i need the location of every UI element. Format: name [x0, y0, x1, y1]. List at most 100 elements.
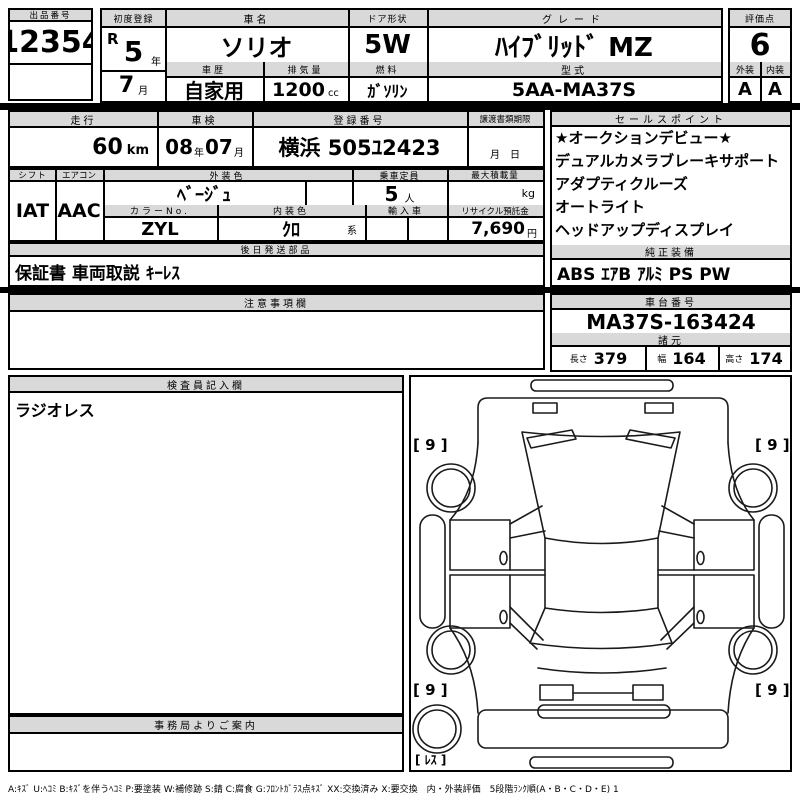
- capacity-value: 5: [384, 182, 399, 205]
- height-label: 高さ: [725, 355, 744, 365]
- divider-line: [217, 205, 219, 240]
- first-registration-year-cell: R 5 年: [102, 28, 165, 70]
- divider-line: [157, 112, 159, 166]
- color-no-header: カラーNo.: [103, 205, 217, 218]
- interior-color-header: 内装色: [217, 205, 365, 218]
- divider-line: [407, 218, 409, 240]
- door-shape-header: ドア形状: [348, 10, 427, 28]
- sales-points-header: セールスポイント: [552, 112, 790, 127]
- interior-color-suffix: 系: [347, 225, 357, 237]
- divider-line: [165, 10, 167, 101]
- exterior-grade-header: 外装: [730, 62, 760, 78]
- car-diagram-box: [ 9 ] [ 9 ] [ 9 ] [ 9 ] [ ﾚｽ ]: [409, 375, 792, 772]
- displacement-header: 排気量: [263, 62, 348, 78]
- model-code-header: 型式: [427, 62, 721, 78]
- car-name-header: 車名: [165, 10, 348, 28]
- damage-marker-rear-left: [ 9 ]: [413, 681, 448, 699]
- model-code-value: 5AA-MA37S: [511, 78, 637, 101]
- fuel-header: 燃料: [348, 62, 427, 78]
- color-detail-box: シフト エアコン 外装色 乗車定員 最大積載量 IAT AAC ﾍﾞｰｼﾞｭ 5…: [8, 168, 545, 242]
- car-name-value: ソリオ: [220, 33, 293, 62]
- inspection-month: 07: [205, 135, 233, 159]
- divider-line: [427, 10, 429, 101]
- notes-box: 注意事項欄: [8, 293, 545, 370]
- import-header: 輸入車: [365, 205, 447, 218]
- lot-number-box: 出品番号 12354: [8, 8, 93, 101]
- inspection-header: 車検: [157, 112, 252, 128]
- interior-color-cell: ｸﾛ 系: [217, 218, 365, 240]
- mileage-unit: km: [126, 142, 149, 158]
- car-history-value: 自家用: [184, 79, 244, 101]
- divider-line: [645, 347, 647, 370]
- first-registration-year: 5: [123, 34, 144, 68]
- registration-number-value: 横浜 505ﾕ2423: [278, 136, 441, 160]
- chassis-box: 車台番号 MA37S-163424 諸元 長さ 379 幅 164 高さ 174: [550, 293, 792, 372]
- divider-line: [55, 170, 57, 240]
- divider-line: [263, 62, 265, 101]
- divider-line: [760, 62, 762, 101]
- sales-point-item: ヘッドアップディスプレイ: [555, 221, 734, 239]
- recycle-fee-cell: 7,690 円: [447, 218, 543, 240]
- divider-line: [305, 182, 307, 205]
- notes-header: 注意事項欄: [10, 295, 543, 312]
- office-notice-value: [10, 734, 402, 770]
- capacity-header: 乗車定員: [352, 170, 447, 182]
- divider-line: [252, 112, 254, 166]
- displacement-value: 1200: [272, 78, 325, 101]
- grade-header: グレード: [427, 10, 721, 28]
- registration-number-header: 登録番号: [252, 112, 467, 128]
- divider-line: [718, 347, 720, 370]
- width-label: 幅: [657, 355, 667, 365]
- interior-color-value: ｸﾛ: [282, 220, 300, 240]
- section-separator: [0, 103, 800, 110]
- door-shape-value: 5W: [364, 30, 411, 60]
- first-registration-month: 7: [118, 73, 135, 98]
- inspection-year-unit: 年: [194, 147, 204, 159]
- displacement-value-cell: 1200 cc: [263, 78, 348, 101]
- shift-header: シフト: [10, 170, 55, 182]
- lot-number-header: 出品番号: [10, 10, 91, 22]
- width-value: 164: [672, 349, 706, 368]
- month-unit: 月: [138, 86, 149, 97]
- later-parts-header: 後日発送部品: [10, 244, 543, 257]
- capacity-unit: 人: [404, 194, 415, 205]
- office-notice-header: 事務局よりご案内: [10, 717, 402, 734]
- first-registration-header: 初度登録: [102, 10, 165, 28]
- inspection-year: 08: [165, 135, 193, 159]
- recycle-fee-value: 7,690: [471, 219, 525, 239]
- score-box: 評価点 6 外装 内装 A A: [728, 8, 792, 103]
- score-header: 評価点: [730, 10, 790, 28]
- color-no-value: ZYL: [141, 218, 179, 240]
- score-value: 6: [749, 28, 771, 62]
- divider-line: [365, 205, 367, 240]
- era-code: R: [107, 30, 119, 48]
- mileage-value: 60: [92, 134, 123, 160]
- max-load-unit: kg: [521, 187, 535, 200]
- later-parts-value: 保証書 車両取説 ｷｰﾚｽ: [15, 263, 180, 284]
- length-cell: 長さ 379: [552, 347, 645, 370]
- shift-value: IAT: [15, 200, 50, 222]
- displacement-unit: cc: [327, 88, 339, 99]
- dimensions-header: 諸元: [552, 333, 790, 347]
- sales-point-item: ★オークションデビュー★: [555, 129, 732, 147]
- inspector-box: 検査員記入欄 ラジオレス: [8, 375, 404, 715]
- car-history-header: 車歴: [165, 62, 263, 78]
- inspection-value-cell: 08 年 07 月: [157, 128, 252, 166]
- auction-sheet: 出品番号 12354 初度登録 車名 ドア形状 グレード R 5 年 7 月 ソ…: [0, 0, 800, 800]
- divider-line: [348, 10, 350, 101]
- spare-tire-marker: [ ﾚｽ ]: [415, 753, 447, 767]
- recycle-fee-header: リサイクル預託金: [447, 205, 543, 218]
- year-unit: 年: [151, 57, 161, 68]
- divider-line: [467, 112, 469, 166]
- equipment-value: ABS ｴｱB ｱﾙﾐ PS PW: [557, 265, 731, 285]
- mileage-header: 走行: [10, 112, 157, 128]
- aircon-header: エアコン: [55, 170, 103, 182]
- equipment-header: 純正装備: [552, 245, 790, 260]
- sales-points-list: ★オークションデビュー★ デュアルカメラブレーキサポート アダプティクルーズ オ…: [552, 127, 790, 245]
- first-registration-month-cell: 7 月: [102, 70, 165, 101]
- divider-line: [352, 170, 354, 205]
- width-cell: 幅 164: [645, 347, 718, 370]
- damage-marker-front-right: [ 9 ]: [755, 436, 790, 454]
- recycle-fee-unit: 円: [527, 228, 537, 240]
- sales-point-item: アダプティクルーズ: [555, 175, 688, 193]
